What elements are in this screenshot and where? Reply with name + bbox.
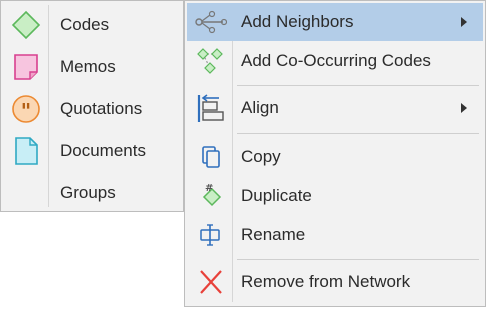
svg-text:": ": [21, 99, 31, 123]
network-context-menu: Add Neighbors Add Co-Occurring Codes Ali…: [184, 0, 486, 307]
document-icon: [10, 136, 42, 166]
menu-item-label: Add Co-Occurring Codes: [241, 51, 431, 70]
submenu-item-codes[interactable]: Codes: [1, 4, 183, 44]
submenu-item-label: Documents: [60, 141, 146, 160]
memo-icon: [10, 52, 42, 82]
submenu-item-label: Groups: [60, 183, 116, 202]
co-occurring-codes-icon: [193, 46, 227, 76]
submenu-item-groups[interactable]: Groups: [1, 172, 183, 212]
menu-item-label: Duplicate: [241, 186, 312, 205]
copy-icon: [193, 142, 227, 172]
menu-separator: [237, 259, 479, 260]
submenu-arrow-icon: [461, 17, 467, 27]
menu-item-label: Rename: [241, 225, 306, 244]
align-icon: [193, 93, 227, 123]
duplicate-icon: #: [193, 181, 227, 211]
quotation-icon: ": [10, 94, 42, 124]
submenu-item-label: Memos: [60, 57, 116, 76]
menu-item-label: Add Neighbors: [241, 12, 354, 31]
menu-separator: [237, 133, 479, 134]
menu-separator: [237, 85, 479, 86]
menu-item-copy[interactable]: Copy: [187, 138, 483, 176]
screen: Codes Memos " Quotations Documents Group…: [0, 0, 486, 309]
add-neighbors-icon: [193, 7, 228, 37]
menu-item-label: Remove from Network: [241, 272, 411, 291]
menu-item-label: Align: [241, 98, 279, 117]
submenu-arrow-icon: [461, 103, 467, 113]
svg-text:#: #: [205, 183, 213, 194]
menu-item-rename[interactable]: Rename: [187, 216, 483, 254]
code-diamond-icon: [10, 10, 42, 40]
menu-item-duplicate[interactable]: # Duplicate: [187, 177, 483, 215]
submenu-item-quotations[interactable]: " Quotations: [1, 88, 183, 128]
add-neighbors-submenu: Codes Memos " Quotations Documents Group…: [0, 0, 184, 212]
menu-item-add-co-occurring-codes[interactable]: Add Co-Occurring Codes: [187, 42, 483, 80]
menu-item-align[interactable]: Align: [187, 89, 483, 127]
remove-icon: [193, 267, 227, 297]
menu-item-add-neighbors[interactable]: Add Neighbors: [187, 3, 483, 41]
menu-item-label: Copy: [241, 147, 281, 166]
submenu-item-label: Codes: [60, 15, 110, 34]
rename-icon: [193, 220, 227, 250]
menu-item-remove-from-network[interactable]: Remove from Network: [187, 263, 483, 301]
submenu-item-documents[interactable]: Documents: [1, 130, 183, 170]
submenu-item-memos[interactable]: Memos: [1, 46, 183, 86]
submenu-item-label: Quotations: [60, 99, 143, 118]
